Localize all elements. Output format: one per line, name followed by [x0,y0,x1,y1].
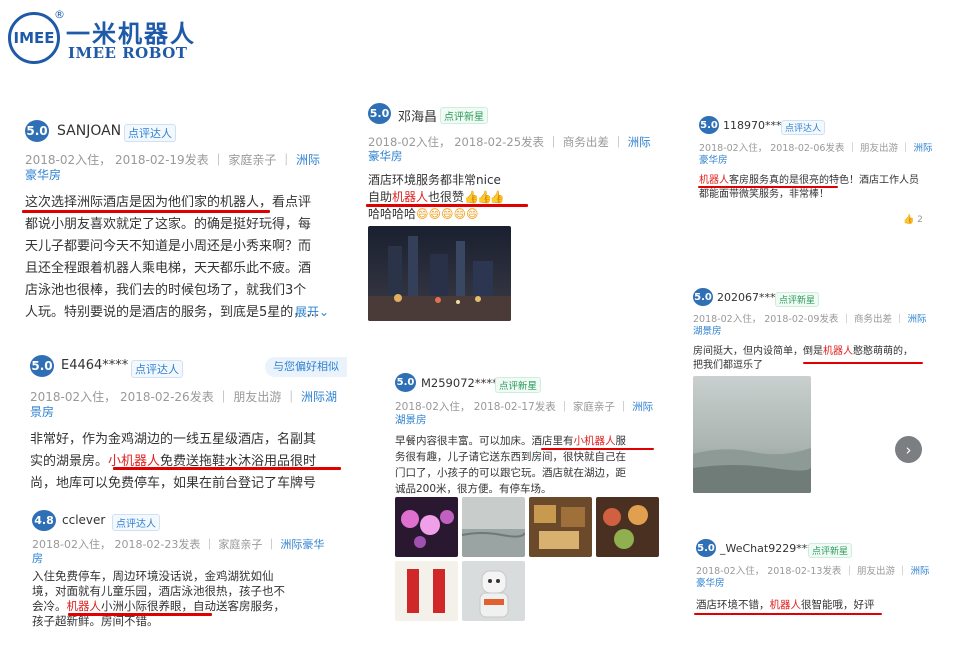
score-badge: 5.0 [395,373,416,392]
smile-icons: 😄😄😄😄😄 [416,207,479,221]
reviewer-name[interactable]: 邓海昌 [398,106,437,125]
chevron-down-icon: ⌄ [319,305,330,319]
highlight-underline [366,204,528,207]
review-photo-lake-view[interactable] [693,376,811,493]
reviewer-tag: 点评新星 [808,543,853,558]
reviewer-tag: 点评新星 [495,377,542,393]
review-text: 酒店环境服务都非常nice 自助机器人也很赞👍👍👍 哈哈哈哈😄😄😄😄😄 [368,173,505,221]
reviewer-name[interactable]: 118970**** [723,119,787,132]
score-badge: 5.0 [696,539,716,557]
registered-mark: ® [54,8,65,21]
chevron-right-icon: › [905,440,912,459]
review-text: 早餐内容很丰富。可以加床。酒店里有小机器人服 务很有趣，儿子请它送东西到房间，很… [395,435,626,495]
review-meta: 2018-02入住， 2018-02-25发表 ｜ 商务出差 ｜ 洲际豪华房 [368,135,651,163]
review-photo-breakfast[interactable] [529,497,592,557]
review-photo-lake[interactable] [462,497,525,557]
review-text: 酒店环境不错，机器人很智能哦，好评 [696,599,875,611]
logo-circle: IMEE [8,12,60,64]
reviewer-tag: 点评达人 [124,124,176,142]
review-text: 非常好，作为金鸡湖边的一线五星级酒店，名副其 实的湖景房。小机器人免费送拖鞋水沐… [30,432,317,491]
reviewer-tag: 点评达人 [131,360,183,378]
highlight-underline [22,210,270,213]
expand-link[interactable]: 展开⌄ [295,303,329,320]
score-badge: 5.0 [368,103,391,124]
review-meta: 2018-02入住， 2018-02-19发表 ｜ 家庭亲子 ｜ 洲际豪华房 [25,153,320,182]
review-meta: 2018-02入住， 2018-02-26发表 ｜ 朋友出游 ｜ 洲际湖景房 [30,390,337,419]
reviewer-tag: 点评新星 [775,292,820,307]
thumbs-up-icons: 👍👍👍 [464,190,505,204]
reviewer-name[interactable]: _WeChat9229**** [720,542,818,555]
logo-english-name: IMEE ROBOT [68,44,188,62]
review-meta: 2018-02入住， 2018-02-09发表 ｜ 商务出差 ｜ 洲际湖景房 [693,314,927,337]
score-badge: 5.0 [699,116,719,134]
review-photo-pink-lights[interactable] [395,497,458,557]
review-meta: 2018-02入住， 2018-02-23发表 ｜ 家庭亲子 ｜ 洲际豪华房 [32,538,325,565]
like-button[interactable]: 👍 2 [903,215,923,225]
reviewer-name[interactable]: cclever [62,513,105,527]
review-text: 入住免费停车，周边环境没话说，金鸡湖犹如仙 境，对面就有儿童乐园，酒店泳池很热，… [32,569,285,628]
review-photo-robot[interactable] [462,561,525,621]
review-text: 机器人客房服务真的是很亮的特色！酒店工作人员 都能面带微笑服务，非常棒！ [699,175,919,200]
score-badge: 5.0 [30,355,54,377]
review-text: 房间挺大，但内设简单，倒是机器人憨憨萌萌的， 把我们都逗乐了 [693,346,913,371]
reviewer-name[interactable]: 202067**** [717,291,781,304]
highlight-underline [68,613,212,616]
next-photo-button[interactable]: › [895,436,922,463]
reviewer-tag: 点评达人 [112,514,160,531]
score-badge: 5.0 [693,288,713,306]
reviewer-name[interactable]: SANJOAN [57,123,121,139]
review-meta: 2018-02入住， 2018-02-13发表 ｜ 朋友出游 ｜ 洲际豪华房 [696,566,930,589]
similar-preference-pill[interactable]: 与您偏好相似 [265,357,347,377]
thumbs-up-icon: 👍 [903,215,915,225]
reviewer-tag: 点评新星 [440,107,488,124]
score-badge: 5.0 [25,120,49,142]
review-photo-buffet[interactable] [596,497,659,557]
highlight-underline [113,467,341,470]
highlight-underline [698,186,838,188]
reviewer-name[interactable]: M259072**** [421,376,498,390]
review-photo-decorations[interactable] [395,561,458,621]
reviewer-name[interactable]: E4464**** [61,358,128,373]
review-meta: 2018-02入住， 2018-02-17发表 ｜ 家庭亲子 ｜ 洲际湖景房 [395,401,654,426]
review-meta: 2018-02入住， 2018-02-06发表 ｜ 朋友出游 ｜ 洲际豪华房 [699,143,933,166]
score-badge: 4.8 [32,510,56,531]
reviewer-tag: 点评达人 [781,120,826,135]
highlight-underline [803,362,923,364]
highlight-underline [694,613,882,615]
review-photo-city-night[interactable] [368,226,511,321]
highlight-underline [541,448,654,450]
